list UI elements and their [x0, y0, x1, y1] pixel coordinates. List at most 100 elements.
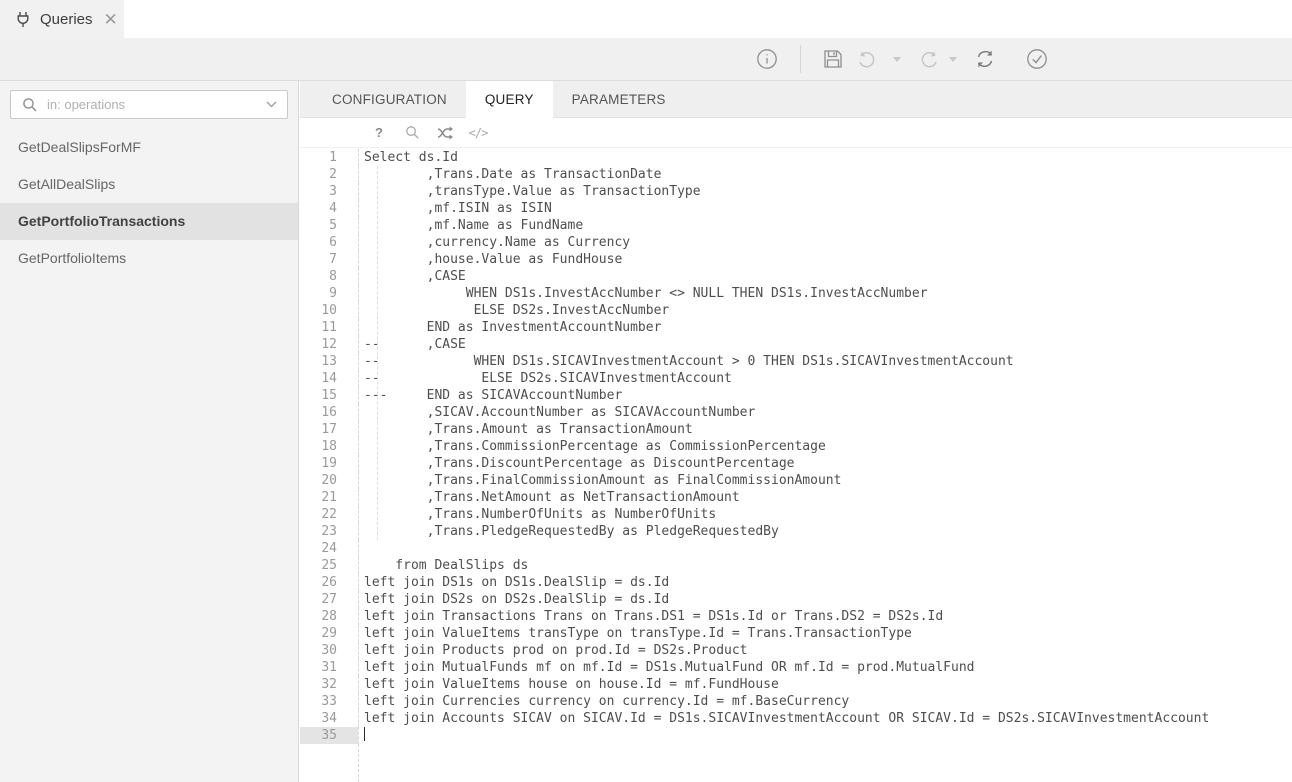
code-text[interactable]: -- WHEN DS1s.SICAVInvestmentAccount > 0 …	[358, 353, 1292, 370]
sql-editor[interactable]: 1Select ds.Id2 ,Trans.Date as Transactio…	[300, 149, 1292, 782]
code-text[interactable]: left join ValueItems transType on transT…	[358, 625, 1292, 642]
code-line-7[interactable]: 7 ,house.Value as FundHouse	[300, 251, 1292, 268]
tab-parameters[interactable]: PARAMETERS	[553, 81, 685, 119]
code-line-8[interactable]: 8 ,CASE	[300, 268, 1292, 285]
code-line-17[interactable]: 17 ,Trans.Amount as TransactionAmount	[300, 421, 1292, 438]
code-text[interactable]: ,Trans.CommissionPercentage as Commissio…	[358, 438, 1292, 455]
sidebar-item-getdealslipsformf[interactable]: GetDealSlipsForMF	[0, 129, 298, 166]
undo-dropdown-icon[interactable]	[893, 57, 901, 62]
code-line-4[interactable]: 4 ,mf.ISIN as ISIN	[300, 200, 1292, 217]
sidebar-item-getportfoliotransactions[interactable]: GetPortfolioTransactions	[0, 203, 298, 240]
code-line-3[interactable]: 3 ,transType.Value as TransactionType	[300, 183, 1292, 200]
help-icon[interactable]: ?	[370, 124, 388, 142]
code-line-25[interactable]: 25 from DealSlips ds	[300, 557, 1292, 574]
code-text[interactable]: --- END as SICAVAccountNumber	[358, 387, 1292, 404]
code-line-23[interactable]: 23 ,Trans.PledgeRequestedBy as PledgeReq…	[300, 523, 1292, 540]
code-line-5[interactable]: 5 ,mf.Name as FundName	[300, 217, 1292, 234]
code-line-6[interactable]: 6 ,currency.Name as Currency	[300, 234, 1292, 251]
code-text[interactable]: ,Trans.FinalCommissionAmount as FinalCom…	[358, 472, 1292, 489]
code-text[interactable]: from DealSlips ds	[358, 557, 1292, 574]
code-line-2[interactable]: 2 ,Trans.Date as TransactionDate	[300, 166, 1292, 183]
line-number: 15	[300, 387, 358, 404]
code-line-29[interactable]: 29left join ValueItems transType on tran…	[300, 625, 1292, 642]
redo-icon[interactable]	[919, 48, 941, 70]
code-text[interactable]: left join DS2s on DS2s.DealSlip = ds.Id	[358, 591, 1292, 608]
code-line-18[interactable]: 18 ,Trans.CommissionPercentage as Commis…	[300, 438, 1292, 455]
code-line-13[interactable]: 13-- WHEN DS1s.SICAVInvestmentAccount > …	[300, 353, 1292, 370]
code-line-10[interactable]: 10 ELSE DS2s.InvestAccNumber	[300, 302, 1292, 319]
code-text[interactable]: ,Trans.Amount as TransactionAmount	[358, 421, 1292, 438]
tab-configuration[interactable]: CONFIGURATION	[313, 81, 466, 119]
code-line-32[interactable]: 32left join ValueItems house on house.Id…	[300, 676, 1292, 693]
chevron-down-icon[interactable]	[266, 101, 277, 108]
code-text[interactable]: left join Products prod on prod.Id = DS2…	[358, 642, 1292, 659]
sidebar-item-getportfolioitems[interactable]: GetPortfolioItems	[0, 240, 298, 277]
code-text[interactable]: ,house.Value as FundHouse	[358, 251, 1292, 268]
line-number: 33	[300, 693, 358, 710]
line-number: 28	[300, 608, 358, 625]
search-icon[interactable]	[403, 124, 421, 142]
sidebar-item-getalldealslips[interactable]: GetAllDealSlips	[0, 166, 298, 203]
undo-icon[interactable]	[855, 48, 877, 70]
code-line-20[interactable]: 20 ,Trans.FinalCommissionAmount as Final…	[300, 472, 1292, 489]
code-text[interactable]: ,Trans.NetAmount as NetTransactionAmount	[358, 489, 1292, 506]
save-icon[interactable]	[822, 48, 844, 70]
tab-query[interactable]: QUERY	[466, 81, 553, 119]
code-text[interactable]: ,CASE	[358, 268, 1292, 285]
code-text[interactable]: ,currency.Name as Currency	[358, 234, 1292, 251]
code-text[interactable]	[358, 540, 1292, 557]
close-icon[interactable]: ✕	[104, 11, 118, 28]
code-text[interactable]: left join MutualFunds mf on mf.Id = DS1s…	[358, 659, 1292, 676]
code-text[interactable]: WHEN DS1s.InvestAccNumber <> NULL THEN D…	[358, 285, 1292, 302]
code-line-28[interactable]: 28left join Transactions Trans on Trans.…	[300, 608, 1292, 625]
code-line-1[interactable]: 1Select ds.Id	[300, 149, 1292, 166]
redo-dropdown-icon[interactable]	[949, 57, 957, 62]
shuffle-icon[interactable]	[436, 124, 454, 142]
code-text[interactable]: ,Trans.Date as TransactionDate	[358, 166, 1292, 183]
code-line-11[interactable]: 11 END as InvestmentAccountNumber	[300, 319, 1292, 336]
code-text[interactable]: ,Trans.PledgeRequestedBy as PledgeReques…	[358, 523, 1292, 540]
code-line-31[interactable]: 31left join MutualFunds mf on mf.Id = DS…	[300, 659, 1292, 676]
code-text[interactable]: Select ds.Id	[358, 149, 1292, 166]
editor-empty-area[interactable]	[300, 744, 1292, 782]
line-number: 14	[300, 370, 358, 387]
code-text[interactable]: left join Transactions Trans on Trans.DS…	[358, 608, 1292, 625]
code-text[interactable]: ,mf.Name as FundName	[358, 217, 1292, 234]
code-text[interactable]: ,Trans.NumberOfUnits as NumberOfUnits	[358, 506, 1292, 523]
search-input[interactable]	[47, 97, 257, 112]
code-text[interactable]: left join ValueItems house on house.Id =…	[358, 676, 1292, 693]
code-line-15[interactable]: 15--- END as SICAVAccountNumber	[300, 387, 1292, 404]
code-line-30[interactable]: 30left join Products prod on prod.Id = D…	[300, 642, 1292, 659]
info-icon[interactable]	[756, 48, 778, 70]
code-line-9[interactable]: 9 WHEN DS1s.InvestAccNumber <> NULL THEN…	[300, 285, 1292, 302]
code-text[interactable]: ,mf.ISIN as ISIN	[358, 200, 1292, 217]
code-text[interactable]: END as InvestmentAccountNumber	[358, 319, 1292, 336]
validate-icon[interactable]	[1026, 48, 1048, 70]
code-line-16[interactable]: 16 ,SICAV.AccountNumber as SICAVAccountN…	[300, 404, 1292, 421]
document-tab-queries[interactable]: Queries ✕	[0, 0, 124, 38]
code-line-14[interactable]: 14-- ELSE DS2s.SICAVInvestmentAccount	[300, 370, 1292, 387]
code-text[interactable]: ELSE DS2s.InvestAccNumber	[358, 302, 1292, 319]
code-line-21[interactable]: 21 ,Trans.NetAmount as NetTransactionAmo…	[300, 489, 1292, 506]
code-line-34[interactable]: 34left join Accounts SICAV on SICAV.Id =…	[300, 710, 1292, 727]
code-icon[interactable]: </>	[469, 124, 487, 142]
code-line-27[interactable]: 27left join DS2s on DS2s.DealSlip = ds.I…	[300, 591, 1292, 608]
code-text[interactable]: -- ELSE DS2s.SICAVInvestmentAccount	[358, 370, 1292, 387]
code-text[interactable]: ,SICAV.AccountNumber as SICAVAccountNumb…	[358, 404, 1292, 421]
code-text[interactable]: ,transType.Value as TransactionType	[358, 183, 1292, 200]
code-line-19[interactable]: 19 ,Trans.DiscountPercentage as Discount…	[300, 455, 1292, 472]
code-text[interactable]: left join DS1s on DS1s.DealSlip = ds.Id	[358, 574, 1292, 591]
code-line-22[interactable]: 22 ,Trans.NumberOfUnits as NumberOfUnits	[300, 506, 1292, 523]
code-line-26[interactable]: 26left join DS1s on DS1s.DealSlip = ds.I…	[300, 574, 1292, 591]
code-line-33[interactable]: 33left join Currencies currency on curre…	[300, 693, 1292, 710]
code-text[interactable]: ,Trans.DiscountPercentage as DiscountPer…	[358, 455, 1292, 472]
code-line-35[interactable]: 35	[300, 727, 1292, 744]
code-line-24[interactable]: 24	[300, 540, 1292, 557]
code-text[interactable]: left join Accounts SICAV on SICAV.Id = D…	[358, 710, 1292, 727]
code-text[interactable]: -- ,CASE	[358, 336, 1292, 353]
search-box[interactable]	[10, 90, 288, 119]
code-text[interactable]: left join Currencies currency on currenc…	[358, 693, 1292, 710]
code-text[interactable]	[358, 727, 1292, 744]
refresh-icon[interactable]	[974, 48, 996, 70]
code-line-12[interactable]: 12-- ,CASE	[300, 336, 1292, 353]
